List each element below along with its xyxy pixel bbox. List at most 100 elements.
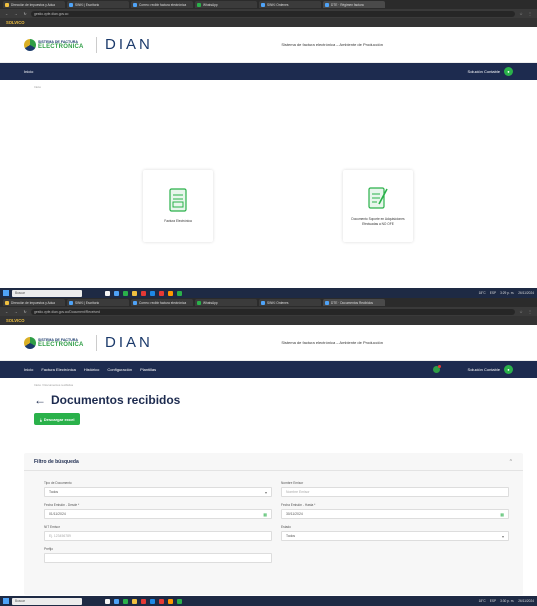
tab-favicon-icon [261, 2, 265, 7]
bookmark-solvico[interactable]: SOLVICO [6, 318, 25, 323]
download-excel-button[interactable]: ⤓ Descargar excel [34, 413, 81, 425]
browser-tab[interactable]: SINKI Ordenes [259, 299, 321, 306]
prefix-input[interactable] [44, 553, 272, 563]
extensions-icon[interactable]: ⋮ [527, 12, 533, 16]
nav-item-factura-electronica[interactable]: Factura Electrónica [41, 367, 75, 372]
bookmark-solvico[interactable]: SOLVICO [6, 20, 25, 25]
browser-tab[interactable]: SINKI Ordenes [259, 1, 321, 8]
card-factura-electronica[interactable]: Factura Electrónica [143, 170, 213, 242]
date-from-input[interactable]: 01/11/2024 ▦ [44, 509, 272, 519]
issuer-name-input[interactable]: Nombre Emisor [281, 487, 509, 497]
excel-icon[interactable] [177, 290, 182, 296]
filter-title: Filtro de búsqueda [34, 458, 79, 465]
back-icon[interactable]: ← [4, 310, 10, 314]
edge-icon[interactable] [114, 290, 119, 296]
back-icon[interactable]: ← [4, 12, 10, 16]
windows-start-icon[interactable] [3, 290, 9, 296]
calendar-icon[interactable]: ▦ [263, 512, 267, 517]
taskbar-search[interactable]: Buscar [12, 597, 82, 605]
field-date-to: Fecha Emisión - Hasta * 30/11/2024 ▦ [281, 503, 509, 519]
browser-tab[interactable]: WhatsApp [195, 299, 257, 306]
main-nav: Inicio Factura Electrónica Histórico Con… [0, 361, 537, 378]
tab-favicon-icon [133, 2, 137, 7]
nav-item-historico[interactable]: Histórico [84, 367, 100, 372]
nav-item-inicio[interactable]: Inicio [24, 367, 33, 372]
calendar-icon[interactable]: ▦ [500, 512, 504, 517]
page-title-text: Documentos recibidos [51, 393, 181, 407]
nit-input[interactable]: Ej. 123456789 [44, 531, 272, 541]
clock-date[interactable]: 26/11/2024 [518, 599, 534, 603]
back-arrow-icon[interactable]: ← [34, 393, 46, 407]
date-from-label: Fecha Emisión - Desde * [44, 503, 80, 507]
app-icon[interactable] [168, 290, 173, 296]
windows-start-icon[interactable] [3, 598, 9, 604]
explorer-icon[interactable] [132, 290, 137, 296]
browser-tab[interactable]: Dirección de Impuestos y Adua [3, 299, 65, 306]
browser-tab[interactable]: Dirección de Impuestos y Adua [3, 1, 65, 8]
user-name[interactable]: Solución Contable [468, 69, 500, 74]
bookmark-star-icon[interactable]: ☆ [518, 310, 524, 314]
explorer-icon[interactable] [132, 598, 137, 604]
reload-icon[interactable]: ↻ [22, 12, 28, 16]
clock-time[interactable]: 3:29 p. m. [500, 291, 514, 295]
app-icon[interactable] [159, 290, 164, 296]
browser-tab[interactable]: Correo: recibir factura electrónica [131, 299, 193, 306]
extensions-icon[interactable]: ⋮ [527, 310, 533, 314]
browser-tab[interactable]: WhatsApp [195, 1, 257, 8]
state-select[interactable]: Todos ▾ [281, 531, 509, 541]
taskbar-search[interactable]: Buscar [12, 289, 82, 297]
card-label: Documento Soporte en Adquisiciones Efect… [351, 217, 405, 226]
date-to-input[interactable]: 30/11/2024 ▦ [281, 509, 509, 519]
weather[interactable]: 18°C [479, 291, 486, 295]
app-icon[interactable] [141, 598, 146, 604]
app-icon[interactable] [141, 290, 146, 296]
language[interactable]: ESP [490, 599, 496, 603]
avatar[interactable]: ● [504, 365, 513, 374]
browser-tab[interactable]: DTE · Documentos Recibidos [323, 299, 385, 306]
doc-type-value: Todos [49, 490, 59, 494]
tab-label: DTE · Documentos Recibidos [331, 300, 373, 305]
avatar[interactable]: ● [504, 67, 513, 76]
chrome-icon[interactable] [123, 290, 128, 296]
excel-icon[interactable] [177, 598, 182, 604]
clock-time[interactable]: 3:30 p. m. [500, 599, 514, 603]
date-to-value: 30/11/2024 [286, 512, 303, 516]
bookmark-star-icon[interactable]: ☆ [518, 12, 524, 16]
url-input[interactable]: gestio.vpfe.dian.gov.co [31, 10, 515, 17]
chrome-icon[interactable] [123, 598, 128, 604]
edge-icon[interactable] [114, 598, 119, 604]
filter-panel-header[interactable]: Filtro de búsqueda ⌃ [24, 453, 523, 471]
forward-icon[interactable]: → [13, 310, 19, 314]
forward-icon[interactable]: → [13, 12, 19, 16]
notification-bell-icon[interactable] [432, 365, 441, 373]
browser-tab[interactable]: SINKI | Escritorio [67, 1, 129, 8]
app-icon[interactable] [159, 598, 164, 604]
reload-icon[interactable]: ↻ [22, 310, 28, 314]
tab-label: Dirección de Impuestos y Adua [11, 300, 55, 305]
word-icon[interactable] [150, 598, 155, 604]
language[interactable]: ESP [490, 291, 496, 295]
weather[interactable]: 18°C [479, 599, 486, 603]
task-view-icon[interactable] [105, 598, 110, 604]
nav-item-plantillas[interactable]: Plantillas [140, 367, 156, 372]
user-name[interactable]: Solución Contable [468, 367, 500, 372]
nav-item-configuracion[interactable]: Configuración [107, 367, 132, 372]
screenshot-documentos-recibidos: Dirección de Impuestos y Adua SINKI | Esc… [0, 298, 537, 606]
doc-type-select[interactable]: Todos ▾ [44, 487, 272, 497]
module-cards: Factura Electrónica Documento Soporte en… [0, 170, 537, 245]
breadcrumb: Inicio [34, 85, 42, 89]
app-icon[interactable] [168, 598, 173, 604]
tab-favicon-icon [197, 300, 201, 305]
chevron-up-icon[interactable]: ⌃ [509, 459, 513, 465]
card-documento-soporte[interactable]: Documento Soporte en Adquisiciones Efect… [343, 170, 413, 242]
nav-item-inicio[interactable]: Inicio [24, 69, 33, 74]
url-input[interactable]: gestio.vpfe.dian.gov.co/Document/Receive… [31, 308, 515, 315]
word-icon[interactable] [150, 290, 155, 296]
browser-tab[interactable]: SINKI | Escritorio [67, 299, 129, 306]
screenshot-home: Dirección de Impuestos y Adua SINKI | Esc… [0, 0, 537, 298]
clock-date[interactable]: 26/11/2024 [518, 291, 534, 295]
task-view-icon[interactable] [105, 290, 110, 296]
browser-tab[interactable]: Correo: recibir factura electrónica [131, 1, 193, 8]
browser-tab[interactable]: DTE · Régimen factura [323, 1, 385, 8]
nit-label: NIT Emisor [44, 525, 60, 529]
